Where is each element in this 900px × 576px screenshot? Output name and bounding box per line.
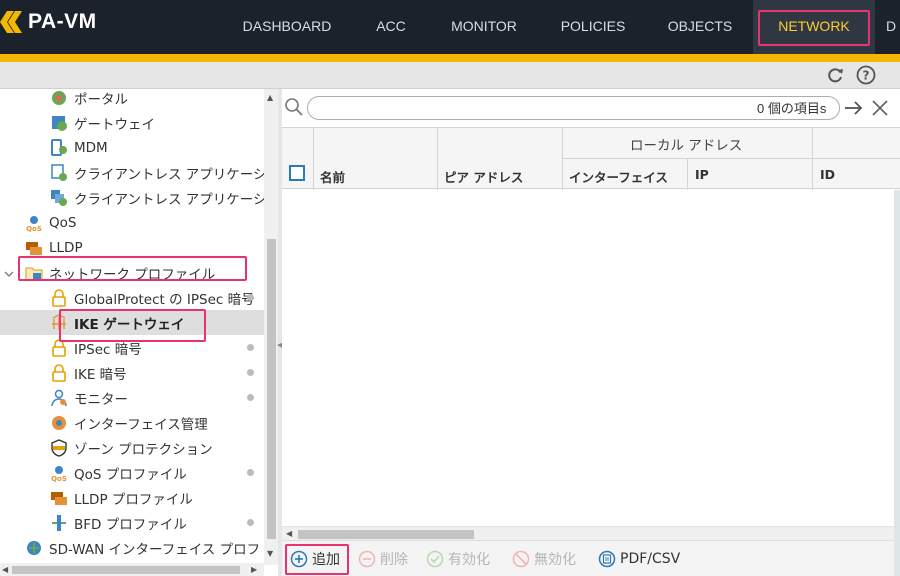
tree-item-qos[interactable]: QoS QoS bbox=[0, 210, 264, 235]
scroll-left-icon[interactable]: ◀ bbox=[286, 529, 292, 538]
monitor-icon bbox=[50, 389, 68, 407]
enable-button[interactable]: 有効化 bbox=[426, 548, 490, 570]
tree-item-zone-protection[interactable]: ゾーン プロテクション bbox=[0, 435, 264, 460]
nav-device-truncated[interactable]: D bbox=[880, 0, 900, 54]
help-icon[interactable]: ? bbox=[856, 65, 876, 85]
clientless-app-icon bbox=[50, 163, 68, 182]
status-dot bbox=[247, 294, 254, 301]
add-button-highlight-box bbox=[285, 544, 349, 575]
pdf-csv-icon bbox=[598, 550, 616, 568]
logo-text: PA-VM bbox=[28, 10, 97, 33]
app-logo: PA-VM bbox=[0, 8, 97, 36]
column-group-local-address: ローカル アドレス bbox=[630, 138, 743, 154]
table-horizontal-scrollbar[interactable]: ◀ bbox=[282, 526, 894, 540]
status-dot bbox=[247, 519, 254, 526]
lock-icon bbox=[50, 363, 68, 382]
ike-gateway-highlight-box bbox=[59, 309, 206, 342]
status-dot bbox=[247, 344, 254, 351]
status-dot bbox=[247, 394, 254, 401]
result-count: 0 個の項目s bbox=[757, 101, 827, 116]
column-header-id[interactable]: ID bbox=[820, 167, 835, 182]
enable-icon bbox=[426, 550, 444, 568]
nav-dashboard[interactable]: DASHBOARD bbox=[226, 0, 348, 54]
search-icon bbox=[284, 97, 304, 121]
apply-filter-icon[interactable] bbox=[843, 98, 865, 122]
tree-vertical-scroll-thumb[interactable] bbox=[267, 239, 276, 539]
tree-item-monitor[interactable]: モニター bbox=[0, 385, 264, 410]
brand-accent-bar bbox=[0, 54, 900, 62]
delete-icon bbox=[358, 550, 376, 568]
nav-monitor[interactable]: MONITOR bbox=[435, 0, 533, 54]
svg-text:QoS: QoS bbox=[26, 225, 42, 232]
logo-mark-icon bbox=[0, 8, 22, 36]
tree-item-ike-crypto[interactable]: IKE 暗号 bbox=[0, 360, 264, 385]
tree-item-gateway[interactable]: ゲートウェイ bbox=[0, 110, 264, 135]
tree-item-bfd-profile[interactable]: BFD プロファイル bbox=[0, 510, 264, 535]
table-header: ローカル アドレス 名前 ピア アドレス インターフェイス IP ID bbox=[282, 127, 900, 190]
sdwan-icon bbox=[25, 539, 43, 557]
tree-horizontal-scrollbar[interactable]: ◀ ▶ bbox=[0, 563, 264, 576]
scroll-left-icon[interactable]: ◀ bbox=[2, 565, 8, 574]
lock-icon bbox=[50, 288, 68, 307]
network-highlight-box bbox=[758, 10, 870, 46]
tree-item-clientless-app-group[interactable]: クライアントレス アプリケーシ bbox=[0, 185, 264, 210]
nav-policies[interactable]: POLICIES bbox=[547, 0, 639, 54]
scroll-up-icon[interactable]: ▲ bbox=[267, 93, 273, 102]
tree-item-gp-ipsec-crypto[interactable]: GlobalProtect の IPSec 暗号 bbox=[0, 285, 264, 310]
nav-acc[interactable]: ACC bbox=[360, 0, 422, 54]
column-header-ip[interactable]: IP bbox=[695, 167, 709, 182]
scroll-down-icon[interactable]: ▼ bbox=[267, 549, 273, 558]
column-header-interface[interactable]: インターフェイス bbox=[569, 167, 668, 186]
tree-item-qos-profile[interactable]: QoS QoS プロファイル bbox=[0, 460, 264, 485]
navigation-tree: ポータル ゲートウェイ MDM クライアントレス アプリケーシ クライアントレス… bbox=[0, 89, 264, 565]
table-horizontal-scroll-thumb[interactable] bbox=[298, 530, 474, 539]
clear-filter-icon[interactable] bbox=[871, 99, 889, 121]
svg-text:QoS: QoS bbox=[51, 475, 67, 482]
status-dot bbox=[247, 469, 254, 476]
lldp-icon bbox=[25, 239, 43, 257]
top-nav-bar: PA-VM DASHBOARD ACC MONITOR POLICIES OBJ… bbox=[0, 0, 900, 54]
tree-vertical-scrollbar[interactable]: ▲ ▼ bbox=[264, 89, 278, 565]
status-dot bbox=[247, 369, 254, 376]
svg-text:?: ? bbox=[863, 69, 870, 83]
gateway-icon bbox=[50, 114, 68, 132]
scroll-right-icon[interactable]: ▶ bbox=[251, 565, 257, 574]
pdf-csv-button[interactable]: PDF/CSV bbox=[598, 548, 680, 570]
tree-horizontal-scroll-thumb[interactable] bbox=[12, 566, 240, 574]
nav-objects[interactable]: OBJECTS bbox=[654, 0, 746, 54]
interface-mgmt-icon bbox=[50, 414, 68, 432]
tree-item-sdwan-profile[interactable]: SD-WAN インターフェイス プロフ bbox=[0, 535, 264, 560]
portal-icon bbox=[50, 89, 68, 107]
table-body bbox=[282, 190, 900, 525]
select-all-checkbox[interactable] bbox=[289, 165, 305, 181]
disable-icon bbox=[512, 550, 530, 568]
zone-protection-icon bbox=[50, 438, 68, 457]
delete-button[interactable]: 削除 bbox=[358, 548, 408, 570]
tree-item-clientless-app[interactable]: クライアントレス アプリケーシ bbox=[0, 160, 264, 185]
right-edge bbox=[894, 190, 900, 576]
column-header-name[interactable]: 名前 bbox=[320, 167, 345, 186]
chevron-down-icon[interactable] bbox=[4, 268, 14, 278]
tree-item-lldp-profile[interactable]: LLDP プロファイル bbox=[0, 485, 264, 510]
qos-icon: QoS bbox=[25, 214, 43, 233]
disable-button[interactable]: 無効化 bbox=[512, 548, 576, 570]
sub-toolbar bbox=[0, 62, 900, 89]
refresh-icon[interactable] bbox=[825, 65, 845, 85]
clientless-app-group-icon bbox=[50, 189, 68, 207]
tree-item-mdm[interactable]: MDM bbox=[0, 135, 264, 160]
mdm-icon bbox=[50, 138, 68, 157]
tree-item-portal[interactable]: ポータル bbox=[0, 89, 264, 110]
bfd-icon bbox=[50, 514, 68, 532]
column-header-peer-address[interactable]: ピア アドレス bbox=[444, 167, 523, 186]
qos-icon: QoS bbox=[50, 464, 68, 483]
network-profiles-highlight-box bbox=[18, 256, 247, 281]
tree-item-interface-mgmt[interactable]: インターフェイス管理 bbox=[0, 410, 264, 435]
lldp-icon bbox=[50, 489, 68, 507]
